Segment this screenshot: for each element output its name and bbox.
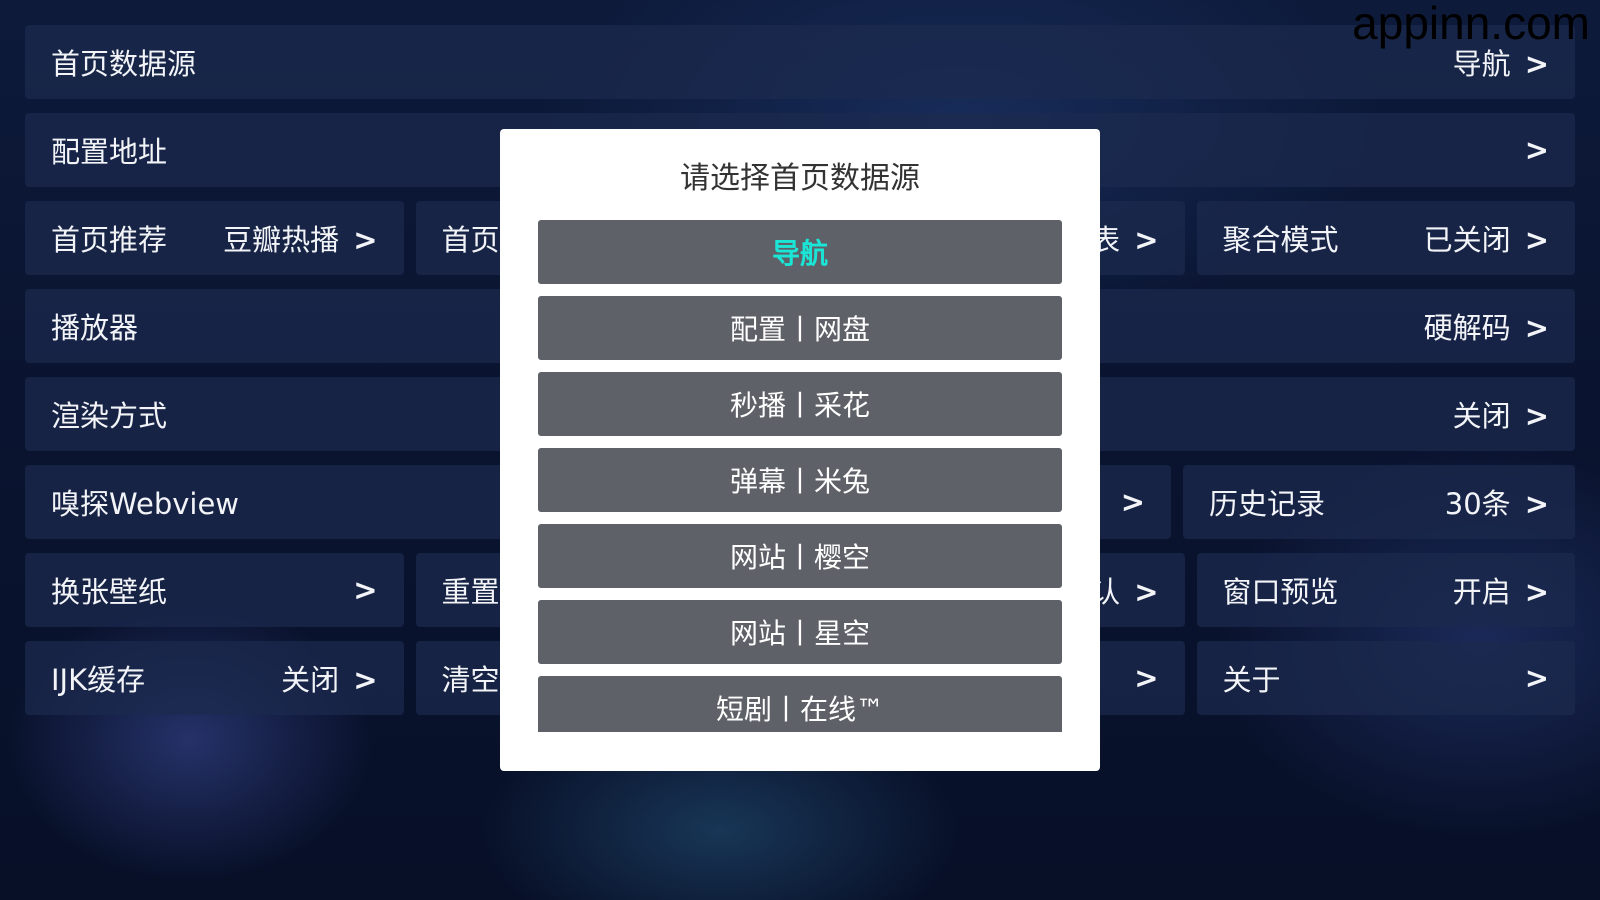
option-navigation[interactable]: 导航: [538, 220, 1062, 284]
option-config-netdisk[interactable]: 配置丨网盘: [538, 296, 1062, 360]
option-site-xingkong[interactable]: 网站丨星空: [538, 600, 1062, 664]
option-short-drama-online[interactable]: 短剧丨在线™: [538, 676, 1062, 732]
option-miaobo-caihua[interactable]: 秒播丨采花: [538, 372, 1062, 436]
data-source-dialog: 请选择首页数据源 导航 配置丨网盘 秒播丨采花 弹幕丨米兔 网站丨樱空 网站丨星…: [500, 129, 1100, 771]
option-list[interactable]: 导航 配置丨网盘 秒播丨采花 弹幕丨米兔 网站丨樱空 网站丨星空 短剧丨在线™: [538, 220, 1062, 732]
option-site-yingkong[interactable]: 网站丨樱空: [538, 524, 1062, 588]
dialog-title: 请选择首页数据源: [680, 161, 920, 196]
option-danmu-mitu[interactable]: 弹幕丨米兔: [538, 448, 1062, 512]
